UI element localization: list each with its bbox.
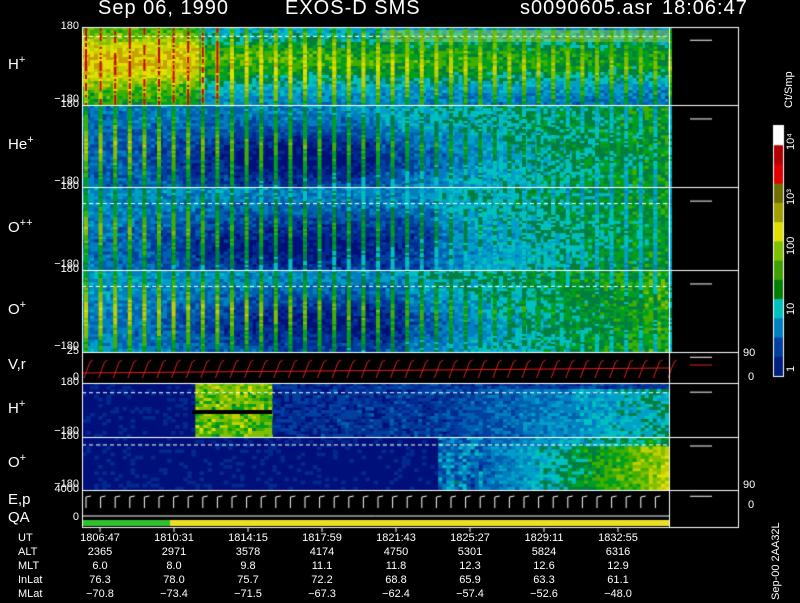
panel-label-o-plus-2: O+ <box>8 451 27 471</box>
ephemeris-value: 75.7 <box>237 574 259 586</box>
ephemeris-row-ut: UT 1806:47 1810:31 1814:15 1817:59 1821:43 182… <box>0 532 800 547</box>
panel-label-sup: + <box>19 451 27 464</box>
ephemeris-value: 12.3 <box>459 560 481 572</box>
header-file: s0090605.asr <box>520 0 654 19</box>
ephemeris-row-mlat: MLat −70.8 −73.4 −71.5 −67.3 −62.4 −57.4 −52.6 −… <box>0 588 800 603</box>
colorbar-tick: 100 <box>785 236 797 255</box>
ephemeris-value: 1832:55 <box>598 532 638 544</box>
ephemeris-value: 1821:43 <box>376 532 416 544</box>
ephemeris-row-name: InLat <box>18 574 43 586</box>
ephemeris-value: 3578 <box>235 546 261 558</box>
ephemeris-value: 1810:31 <box>154 532 194 544</box>
plot-canvas <box>0 0 800 600</box>
ephemeris-value: 68.8 <box>385 574 407 586</box>
ephemeris-row-inlat: InLat 76.3 78.0 75.7 72.2 68.8 65.9 63.3 61.1 <box>0 574 800 589</box>
ephemeris-value: 5824 <box>531 546 557 558</box>
panel-label-o-plus-plus: O++ <box>8 216 33 236</box>
panel-label-sup: ++ <box>19 216 33 229</box>
ephemeris-value: −62.4 <box>382 588 410 600</box>
panel-label-sup: + <box>18 398 26 410</box>
panel-label-ep-qa-2: QA <box>8 509 30 526</box>
y-tick-max: 180 <box>60 376 79 388</box>
colorbar-tick: 1 <box>785 365 797 372</box>
right-tick-bottom: 0 <box>748 371 755 383</box>
ephemeris-row-name: MLT <box>18 560 40 572</box>
colorbar-tick: 10⁴ <box>785 133 797 150</box>
ephemeris-row-name: ALT <box>18 546 38 558</box>
colorbar-unit: Ct/Smp <box>783 71 795 108</box>
ephemeris-value: 9.8 <box>240 560 256 572</box>
ephemeris-value: 78.0 <box>163 574 185 586</box>
panel-label-vr: V,r <box>8 355 26 373</box>
ephemeris-value: 12.6 <box>533 560 555 572</box>
ephemeris-row-mlt: MLT 6.0 8.0 9.8 11.1 11.8 12.3 12.6 12.9 <box>0 560 800 575</box>
ephemeris-value: −48.0 <box>604 588 632 600</box>
ephemeris-value: 5301 <box>457 546 483 558</box>
panel-label-o-plus-1: O+ <box>8 299 27 318</box>
ephemeris-value: 65.9 <box>459 574 481 586</box>
ephemeris-value: 8.0 <box>166 560 182 572</box>
right-tick-top: 90 <box>743 479 756 491</box>
header-date: Sep 06, 1990 <box>98 0 229 19</box>
ephemeris-value: 2365 <box>87 546 113 558</box>
ephemeris-value: 1814:15 <box>228 532 268 544</box>
panel-label-sup: + <box>19 299 27 311</box>
ephemeris-value: −71.5 <box>234 588 262 600</box>
side-label: Sep-00 2AA32L <box>770 522 782 600</box>
panel-label-h-plus-1: H+ <box>8 54 26 73</box>
ephemeris-value: 72.2 <box>311 574 333 586</box>
y-tick-max: 180 <box>60 430 79 442</box>
ephemeris-value: 76.3 <box>89 574 111 586</box>
ephemeris-value: 1829:11 <box>524 532 564 544</box>
ephemeris-value: 6.0 <box>92 560 108 572</box>
colorbar-tick: 10 <box>785 302 797 315</box>
ephemeris-value: 4750 <box>383 546 409 558</box>
ephemeris-value: 12.9 <box>607 560 629 572</box>
ephemeris-value: 63.3 <box>533 574 555 586</box>
ephemeris-value: 1806:47 <box>80 532 120 544</box>
ephemeris-value: 4174 <box>309 546 335 558</box>
ephemeris-value: −52.6 <box>530 588 558 600</box>
ephemeris-value: 1825:27 <box>450 532 490 544</box>
ephemeris-value: −57.4 <box>456 588 484 600</box>
panel-label-h-plus-2: H+ <box>8 398 26 417</box>
right-tick-bottom: 0 <box>748 499 755 511</box>
panel-label-he-plus: He+ <box>8 134 34 153</box>
panel-label-ep-qa: E,p <box>8 491 31 508</box>
y-tick-max: 180 <box>60 98 79 110</box>
y-tick-max: 4000 <box>54 483 79 495</box>
ephemeris-row-name: UT <box>18 532 33 544</box>
ephemeris-value: −73.4 <box>160 588 188 600</box>
header-time: 18:06:47 <box>662 0 748 19</box>
ephemeris-value: 1817:59 <box>302 532 342 544</box>
right-tick-top: 90 <box>743 347 756 359</box>
ephemeris-value: 2971 <box>161 546 187 558</box>
ephemeris-value: 6316 <box>605 546 631 558</box>
ephemeris-value: 11.8 <box>385 560 407 572</box>
colorbar-tick: 10³ <box>785 189 797 205</box>
y-tick-min: 0 <box>72 511 79 523</box>
ephemeris-value: −67.3 <box>308 588 336 600</box>
panel-label-sup: + <box>27 134 34 146</box>
y-tick-max: 180 <box>60 20 79 32</box>
ephemeris-row-name: MLat <box>18 588 43 600</box>
y-tick-max: 180 <box>60 263 79 275</box>
ephemeris-value: 61.1 <box>607 574 629 586</box>
y-tick-max: 180 <box>60 180 79 192</box>
y-tick-max: 25 <box>66 345 79 357</box>
header-instrument: EXOS-D SMS <box>285 0 421 19</box>
ephemeris-value: −70.8 <box>86 588 114 600</box>
panel-label-sup: + <box>18 54 26 66</box>
ephemeris-value: 11.1 <box>311 560 333 572</box>
ephemeris-row-alt: ALT 2365 2971 3578 4174 4750 5301 5824 6316 <box>0 546 800 561</box>
